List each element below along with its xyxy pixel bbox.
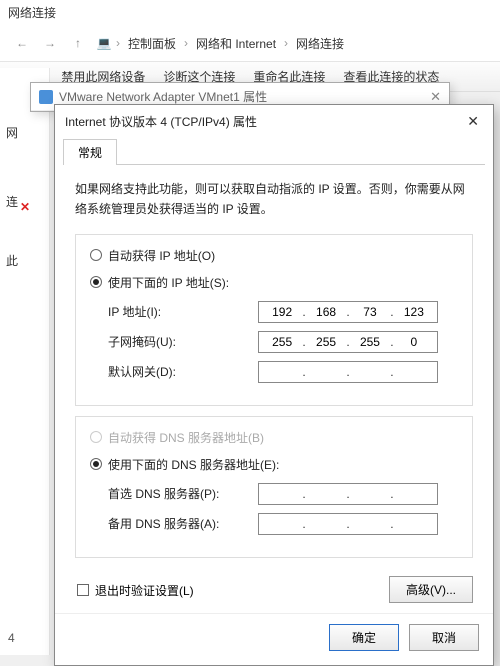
window-title: 网络连接: [0, 0, 500, 25]
vmware-icon: [39, 90, 53, 104]
checkbox-label: 退出时验证设置(L): [95, 582, 194, 599]
dns-secondary-row: 备用 DNS 服务器(A): . . .: [108, 513, 458, 535]
advanced-button[interactable]: 高级(V)...: [389, 576, 473, 603]
chevron-right-icon: ›: [184, 36, 188, 50]
ip-address-row: IP 地址(I): 192. 168. 73. 123: [108, 301, 458, 323]
nav-forward-icon[interactable]: →: [40, 33, 60, 53]
explorer-window: 网络连接 ← → ↑ 💻 › 控制面板 › 网络和 Internet › 网络连…: [0, 0, 500, 92]
dialog-title: VMware Network Adapter VMnet1 属性: [59, 88, 267, 105]
disabled-adapter-icon: ✕: [20, 200, 30, 214]
subnet-mask-row: 子网掩码(U): 255. 255. 255. 0: [108, 331, 458, 353]
item-count: 4: [8, 631, 15, 645]
checkbox-icon: [77, 584, 89, 596]
close-icon[interactable]: ✕: [430, 89, 441, 105]
radio-label: 使用下面的 DNS 服务器地址(E):: [108, 456, 279, 473]
panel-fragment: 此: [0, 246, 49, 275]
dialog-titlebar: Internet 协议版本 4 (TCP/IPv4) 属性 ✕: [55, 105, 493, 138]
radio-label: 自动获得 IP 地址(O): [108, 247, 215, 264]
radio-icon: [90, 249, 102, 261]
radio-icon: [90, 431, 102, 443]
radio-label: 自动获得 DNS 服务器地址(B): [108, 429, 264, 446]
close-icon[interactable]: ✕: [463, 113, 483, 130]
ok-button[interactable]: 确定: [329, 624, 399, 651]
ipv4-properties-dialog: Internet 协议版本 4 (TCP/IPv4) 属性 ✕ 常规 如果网络支…: [54, 104, 494, 666]
chevron-right-icon: ›: [116, 36, 120, 50]
radio-icon: [90, 276, 102, 288]
dns2-label: 备用 DNS 服务器(A):: [108, 515, 248, 532]
intro-text: 如果网络支持此功能，则可以获取自动指派的 IP 设置。否则，你需要从网络系统管理…: [75, 179, 473, 220]
dns1-label: 首选 DNS 服务器(P):: [108, 485, 248, 502]
radio-icon: [90, 458, 102, 470]
dns-primary-input[interactable]: . . .: [258, 483, 438, 505]
dns-group: 自动获得 DNS 服务器地址(B) 使用下面的 DNS 服务器地址(E): 首选…: [75, 416, 473, 558]
radio-auto-dns: 自动获得 DNS 服务器地址(B): [90, 429, 458, 446]
gateway-row: 默认网关(D): . . .: [108, 361, 458, 383]
chevron-right-icon: ›: [284, 36, 288, 50]
breadcrumb: ← → ↑ 💻 › 控制面板 › 网络和 Internet › 网络连接: [0, 25, 500, 61]
cancel-button[interactable]: 取消: [409, 624, 479, 651]
breadcrumb-item[interactable]: 网络和 Internet: [192, 33, 280, 54]
dns-secondary-input[interactable]: . . .: [258, 513, 438, 535]
validate-on-exit-checkbox[interactable]: 退出时验证设置(L): [77, 582, 194, 599]
dialog-footer: 确定 取消: [55, 613, 493, 665]
breadcrumb-item[interactable]: 网络连接: [292, 33, 348, 54]
breadcrumb-item[interactable]: 控制面板: [124, 33, 180, 54]
mask-label: 子网掩码(U):: [108, 333, 248, 350]
radio-manual-ip[interactable]: 使用下面的 IP 地址(S):: [90, 274, 458, 291]
subnet-mask-input[interactable]: 255. 255. 255. 0: [258, 331, 438, 353]
radio-manual-dns[interactable]: 使用下面的 DNS 服务器地址(E):: [90, 456, 458, 473]
panel-fragment: 网: [0, 118, 49, 147]
dns-primary-row: 首选 DNS 服务器(P): . . .: [108, 483, 458, 505]
gateway-label: 默认网关(D):: [108, 363, 248, 380]
nav-up-icon[interactable]: ↑: [68, 33, 88, 53]
dialog-title: Internet 协议版本 4 (TCP/IPv4) 属性: [65, 113, 257, 130]
radio-auto-ip[interactable]: 自动获得 IP 地址(O): [90, 247, 458, 264]
radio-label: 使用下面的 IP 地址(S):: [108, 274, 229, 291]
ip-group: 自动获得 IP 地址(O) 使用下面的 IP 地址(S): IP 地址(I): …: [75, 234, 473, 406]
left-panel: 网 连 此 4: [0, 68, 50, 655]
tab-general[interactable]: 常规: [63, 139, 117, 165]
nav-back-icon[interactable]: ←: [12, 33, 32, 53]
ip-address-input[interactable]: 192. 168. 73. 123: [258, 301, 438, 323]
ip-label: IP 地址(I):: [108, 303, 248, 320]
network-icon: 💻: [96, 35, 112, 51]
tab-strip: 常规: [63, 138, 485, 165]
gateway-input[interactable]: . . .: [258, 361, 438, 383]
